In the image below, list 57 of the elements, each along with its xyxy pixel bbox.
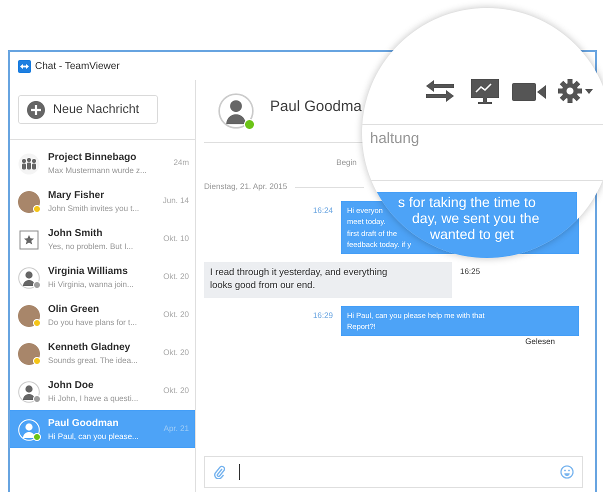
conversation-item[interactable]: Mary Fisher John Smith invites you t... Jun. 14	[10, 182, 195, 220]
message-preview: Sounds great. The idea...	[48, 354, 139, 366]
message-time: 16:29	[312, 310, 333, 322]
message-time: Okt. 20	[163, 347, 189, 359]
message-preview: Yes, no problem. But I...	[48, 240, 134, 252]
message-time: Okt. 20	[163, 271, 189, 283]
message-time: 16:25	[460, 266, 480, 278]
app-logo-icon	[18, 60, 31, 72]
new-message-button[interactable]: Neue Nachricht	[18, 95, 158, 124]
person-avatar-icon	[18, 380, 40, 403]
contact-name: Kenneth Gladney	[48, 340, 132, 354]
message-time: 16:24	[312, 205, 333, 217]
video-camera-icon[interactable]	[512, 82, 546, 102]
message-time: Okt. 20	[163, 309, 189, 321]
conversation-item[interactable]: Kenneth Gladney Sounds great. The idea... Okt. 20	[10, 334, 195, 372]
conversation-start-note: Begin	[336, 158, 357, 167]
message-time: Okt. 20	[163, 385, 189, 397]
person-avatar-icon	[18, 418, 40, 441]
message-preview: Hi Paul, can you please...	[48, 430, 140, 442]
plus-icon	[27, 100, 45, 118]
avatar-photo-placeholder	[18, 342, 40, 365]
conversation-item[interactable]: John Doe Hi John, I have a questi... Okt. 20	[10, 372, 195, 410]
person-avatar-icon	[218, 93, 254, 129]
group-icon	[18, 152, 40, 175]
message-time: Okt. 10	[163, 233, 189, 245]
person-avatar-icon	[18, 266, 40, 289]
message-preview: John Smith invites you t...	[48, 202, 140, 214]
conversation-item[interactable]: Olin Green Do you have plans for t... Okt. 20	[10, 296, 195, 334]
contact-name: John Doe	[48, 378, 95, 392]
message-preview: Max Mustermann wurde z...	[48, 164, 148, 176]
conversation-item[interactable]: Project Binnebago Max Mustermann wurde z... 24m	[10, 144, 195, 182]
text-cursor	[239, 464, 240, 480]
message-preview: Hi John, I have a questi...	[48, 392, 140, 404]
transfer-arrows-icon[interactable]	[424, 80, 456, 102]
message-time: 24m	[173, 157, 189, 169]
read-receipt: Gelesen	[525, 336, 555, 348]
window-title: Chat - TeamViewer	[35, 60, 120, 74]
contact-name: John Smith	[48, 226, 104, 240]
settings-icon[interactable]	[558, 78, 594, 104]
contact-name: Mary Fisher	[48, 188, 106, 202]
conversation-item[interactable]: Virginia Williams Hi Virginia, wanna join... Okt. 20	[10, 258, 195, 296]
avatar-photo-placeholder	[18, 304, 40, 327]
contact-name: Project Binnebago	[48, 150, 138, 164]
message-bubble: I read through it yesterday, and everything looks good from our end.	[204, 262, 452, 298]
contact-name: Paul Goodman	[48, 416, 120, 430]
contact-name: Paul Goodma	[270, 96, 362, 117]
contact-name: Virginia Williams	[48, 264, 129, 278]
message-time: Jun. 14	[162, 195, 189, 207]
conversation-item[interactable]: John Smith Yes, no problem. But I... Okt. 10	[10, 220, 195, 258]
conversation-note: haltung	[370, 129, 420, 149]
avatar-photo-placeholder	[18, 190, 40, 213]
monitor-icon[interactable]	[470, 78, 500, 106]
contact-name: Olin Green	[48, 302, 100, 316]
date-separator: Dienstag, 21. Apr. 2015	[204, 181, 288, 193]
message-preview: Do you have plans for t...	[48, 316, 138, 328]
message-time: Apr. 21	[164, 423, 189, 435]
message-preview: Hi Virginia, wanna join...	[48, 278, 135, 290]
